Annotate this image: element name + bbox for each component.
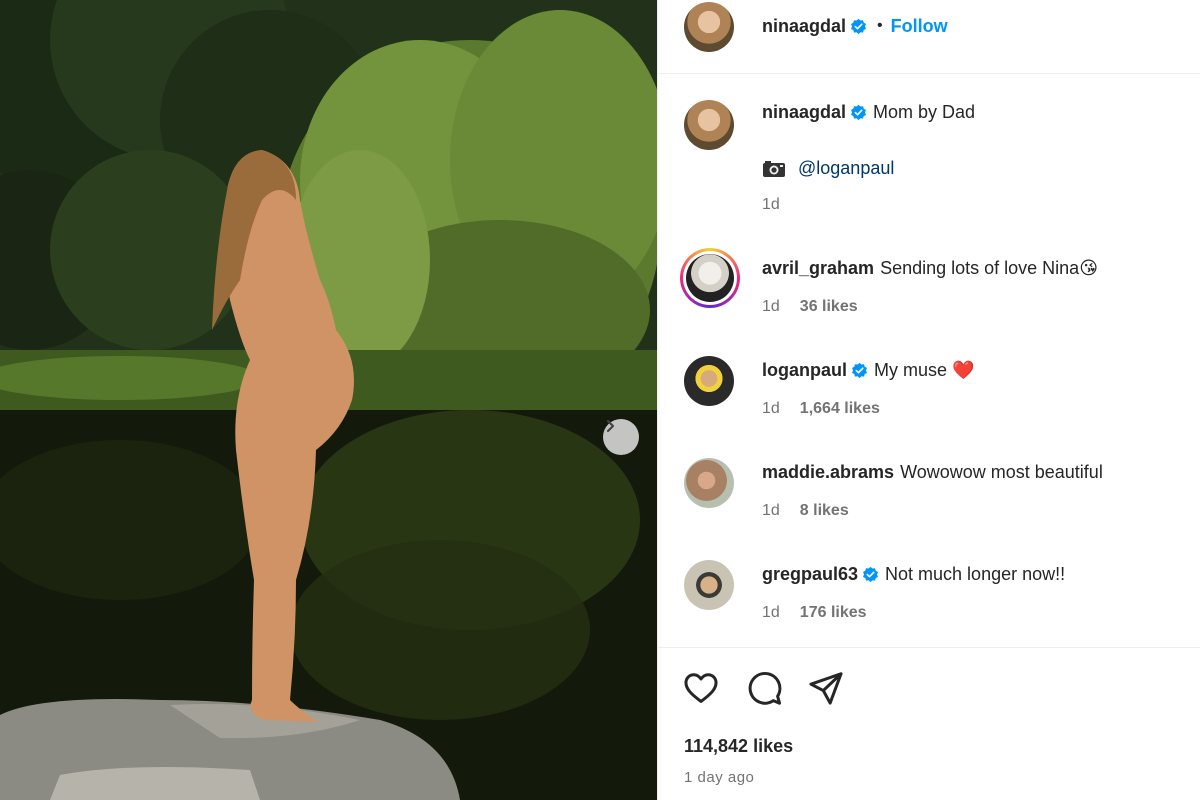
comment-line: gregpaul63 Not much longer now!!	[762, 564, 1065, 585]
chevron-right-icon	[606, 419, 615, 433]
post-likes-count[interactable]: 114,842 likes	[684, 736, 793, 757]
comment-time[interactable]: 1d	[762, 502, 780, 520]
comment-time[interactable]: 1d	[762, 400, 780, 418]
post-photo[interactable]	[0, 0, 657, 800]
comment-username[interactable]: maddie.abrams	[762, 462, 894, 483]
comment-time[interactable]: 1d	[762, 298, 780, 316]
post-side-panel: ninaagdal • Follow ninaagdal Mom by Dad	[657, 0, 1200, 800]
caption: ninaagdal Mom by Dad @loganpaul 1d	[658, 96, 1200, 226]
commenter-avatar[interactable]	[684, 356, 734, 406]
commenter-avatar[interactable]	[684, 560, 734, 610]
comment-time[interactable]: 1d	[762, 604, 780, 622]
comment-meta: 1d 36 likes	[762, 298, 858, 316]
caption-meta: 1d	[762, 196, 780, 214]
comment-likes[interactable]: 1,664 likes	[800, 400, 880, 418]
caption-text: Mom by Dad	[873, 102, 976, 122]
comment-item: gregpaul63 Not much longer now!! 1d 176 …	[658, 556, 1200, 636]
comment-item: avril_graham Sending lots of love Nina😘 …	[658, 248, 1200, 328]
comment-item: maddie.abrams Wowowow most beautiful 1d …	[658, 454, 1200, 534]
separator-dot: •	[877, 17, 883, 34]
follow-button[interactable]: Follow	[891, 16, 948, 37]
comment-username[interactable]: loganpaul	[762, 360, 847, 381]
caption-line: ninaagdal Mom by Dad	[762, 102, 975, 123]
comment-likes[interactable]: 176 likes	[800, 604, 867, 622]
post-time-ago[interactable]: 1 day ago	[684, 769, 754, 786]
verified-badge-icon	[863, 566, 879, 583]
comment-text: My muse ❤️	[874, 360, 975, 380]
share-icon[interactable]	[807, 669, 845, 707]
comment-icon[interactable]	[745, 669, 783, 707]
comment-text: Wowowow most beautiful	[900, 462, 1103, 482]
author-line: ninaagdal • Follow	[762, 14, 948, 38]
next-photo-button[interactable]	[603, 419, 639, 455]
author-username[interactable]: ninaagdal	[762, 16, 846, 37]
comment-line: maddie.abrams Wowowow most beautiful	[762, 462, 1103, 483]
author-avatar[interactable]	[684, 2, 734, 52]
commenter-avatar[interactable]	[684, 458, 734, 508]
comment-meta: 1d 176 likes	[762, 604, 867, 622]
caption-time[interactable]: 1d	[762, 196, 780, 214]
photo-scene	[0, 0, 657, 800]
comment-item: loganpaul My muse ❤️ 1d 1,664 likes	[658, 352, 1200, 432]
post-actions: 114,842 likes 1 day ago	[658, 647, 1200, 800]
post-header: ninaagdal • Follow	[658, 0, 1200, 74]
comment-likes[interactable]: 36 likes	[800, 298, 858, 316]
caption-username[interactable]: ninaagdal	[762, 102, 846, 123]
heart-icon[interactable]	[682, 669, 720, 707]
caption-avatar[interactable]	[684, 100, 734, 150]
verified-badge-icon	[851, 18, 866, 34]
verified-badge-icon	[851, 104, 866, 121]
commenter-avatar	[686, 254, 734, 302]
comment-line: avril_graham Sending lots of love Nina😘	[762, 258, 1098, 279]
comment-text: Not much longer now!!	[885, 564, 1066, 584]
story-ring[interactable]	[680, 248, 740, 308]
comment-username[interactable]: gregpaul63	[762, 564, 858, 585]
comment-line: loganpaul My muse ❤️	[762, 360, 974, 381]
comment-likes[interactable]: 8 likes	[800, 502, 849, 520]
caption-mention-link[interactable]: @loganpaul	[798, 158, 894, 179]
camera-icon	[763, 160, 785, 177]
comment-text: Sending lots of love Nina😘	[880, 258, 1098, 278]
comment-username[interactable]: avril_graham	[762, 258, 874, 279]
verified-badge-icon	[852, 362, 867, 379]
caption-credit: @loganpaul	[762, 158, 894, 179]
comment-meta: 1d 8 likes	[762, 502, 849, 520]
comment-meta: 1d 1,664 likes	[762, 400, 880, 418]
